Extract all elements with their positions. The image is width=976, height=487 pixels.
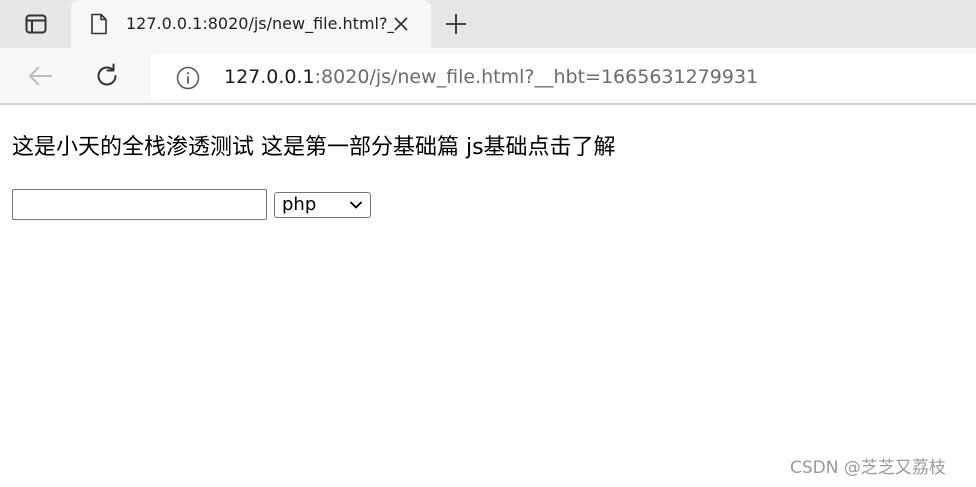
navigation-toolbar: 127.0.0.1:8020/js/new_file.html?__hbt=16…	[0, 48, 976, 105]
refresh-icon	[97, 63, 117, 86]
url-host: 127.0.0.1	[224, 66, 315, 88]
tab-strip: 127.0.0.1:8020/js/new_file.html?__hbt=16…	[0, 0, 976, 48]
language-select-value: php	[282, 194, 317, 215]
tab-close-button[interactable]	[391, 14, 411, 34]
page-content: 这是小天的全栈渗透测试 这是第一部分基础篇 js基础点击了解 php CSDN …	[0, 105, 976, 487]
back-button[interactable]	[24, 61, 58, 91]
tab-title: 127.0.0.1:8020/js/new_file.html?__hbt=16…	[126, 14, 394, 33]
new-tab-button[interactable]	[440, 8, 472, 40]
address-bar[interactable]: 127.0.0.1:8020/js/new_file.html?__hbt=16…	[150, 54, 976, 99]
language-select[interactable]: php	[274, 192, 371, 218]
url-text[interactable]: 127.0.0.1:8020/js/new_file.html?__hbt=16…	[224, 64, 758, 90]
refresh-button[interactable]	[90, 61, 124, 91]
close-icon	[394, 17, 408, 31]
arrow-left-icon	[29, 66, 52, 86]
page-heading-text: 这是小天的全栈渗透测试 这是第一部分基础篇 js基础点击了解	[12, 135, 616, 160]
url-path: :8020/js/new_file.html?__hbt=16656312799…	[314, 66, 759, 88]
browser-tab[interactable]: 127.0.0.1:8020/js/new_file.html?__hbt=16…	[71, 0, 431, 48]
document-icon	[91, 13, 107, 35]
text-input[interactable]	[12, 189, 267, 220]
chevron-down-icon	[349, 201, 363, 209]
browser-window: 127.0.0.1:8020/js/new_file.html?__hbt=16…	[0, 0, 976, 487]
plus-icon	[446, 14, 466, 34]
tab-actions-icon	[25, 14, 47, 34]
watermark: CSDN @芝芝又荔枝	[790, 458, 946, 478]
info-icon[interactable]	[176, 66, 200, 90]
tab-actions-button[interactable]	[20, 10, 52, 38]
